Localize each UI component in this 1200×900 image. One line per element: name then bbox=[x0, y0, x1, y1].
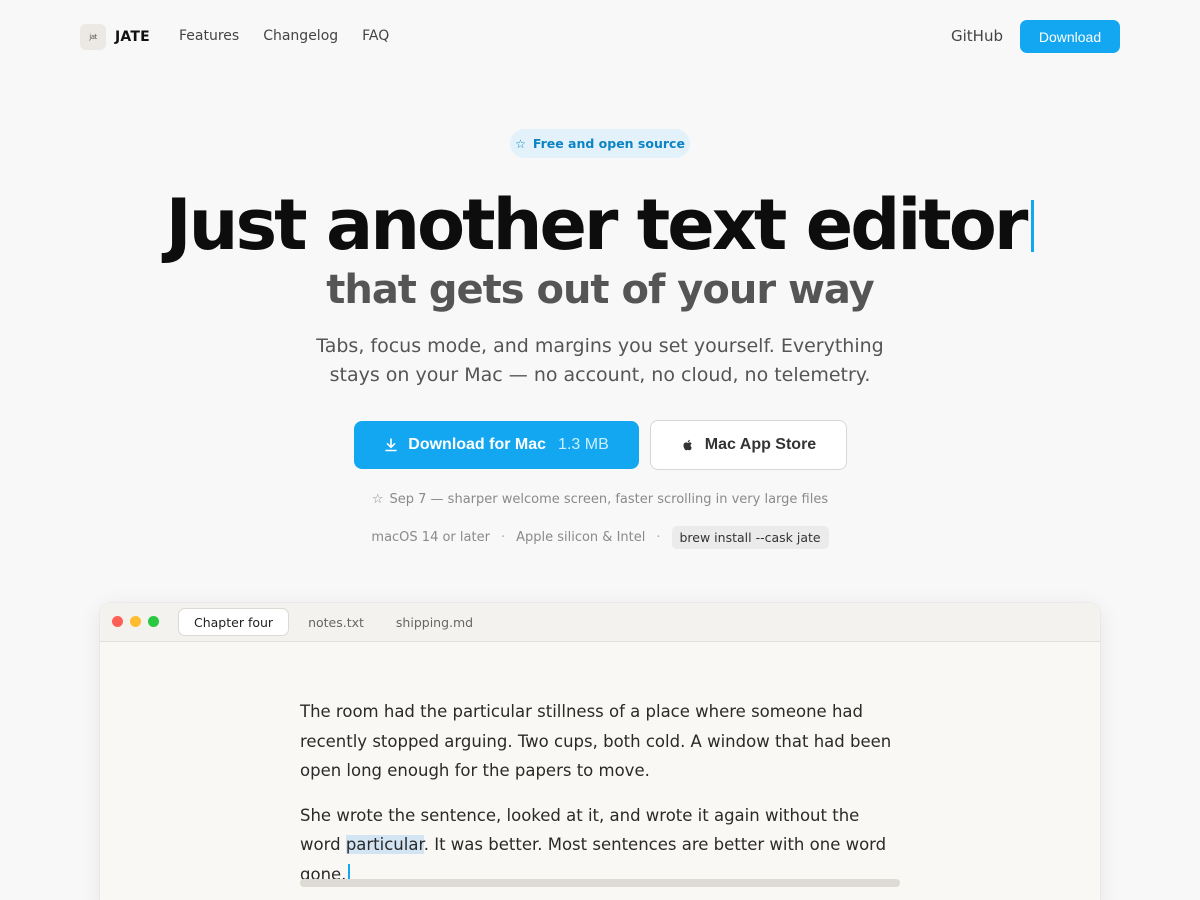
logo-link[interactable]: jat JATE bbox=[80, 24, 150, 50]
close-window-icon[interactable] bbox=[112, 616, 123, 627]
open-source-badge: ☆ Free and open source bbox=[510, 129, 690, 158]
minimize-window-icon[interactable] bbox=[130, 616, 141, 627]
tab-chapter-four[interactable]: Chapter four bbox=[178, 608, 290, 636]
badge-label: Free and open source bbox=[532, 136, 685, 151]
apple-icon bbox=[683, 439, 692, 451]
download-for-mac-button[interactable]: Download for Mac 1.3 MB bbox=[354, 421, 639, 469]
window-titlebar: Chapter four notes.txt shipping.md bbox=[100, 603, 1100, 642]
editor-content[interactable]: The room had the particular stillness of… bbox=[300, 697, 900, 889]
horizontal-scrollbar[interactable] bbox=[300, 879, 900, 887]
release-note: ☆ Sep 7 — sharper welcome screen, faster … bbox=[0, 492, 1200, 507]
hero-description: Tabs, focus mode, and margins you set yo… bbox=[316, 335, 884, 386]
tab-notes-txt[interactable]: notes.txt bbox=[293, 608, 379, 636]
system-requirements: macOS 14 or later · Apple silicon & Inte… bbox=[0, 526, 1200, 549]
separator-dot: · bbox=[656, 530, 661, 545]
text-cursor bbox=[1031, 200, 1035, 252]
nav-github-link[interactable]: GitHub bbox=[951, 27, 1003, 45]
star-outline-icon: ☆ bbox=[515, 136, 526, 151]
tab-shipping-md[interactable]: shipping.md bbox=[381, 608, 488, 636]
hero-subtitle: that gets out of your way bbox=[326, 267, 875, 313]
nav-link-changelog[interactable]: Changelog bbox=[263, 28, 338, 44]
nav-link-faq[interactable]: FAQ bbox=[362, 28, 389, 44]
top-nav: jat JATE Features Changelog FAQ GitHub D… bbox=[0, 0, 1200, 74]
editor-window-preview: Chapter four notes.txt shipping.md The r… bbox=[100, 603, 1100, 900]
editor-tabs: Chapter four notes.txt shipping.md bbox=[178, 608, 488, 636]
brew-install-command[interactable]: brew install --cask jate bbox=[671, 526, 829, 549]
star-outline-icon: ☆ bbox=[371, 492, 384, 507]
release-note-text: Sep 7 — sharper welcome screen, faster s… bbox=[389, 492, 829, 507]
req-architecture: Apple silicon & Intel bbox=[516, 530, 646, 545]
download-for-mac-label: Download for Mac bbox=[408, 436, 547, 453]
download-size: 1.3 MB bbox=[558, 436, 609, 453]
editor-paragraph-1: The room had the particular stillness of… bbox=[300, 702, 892, 780]
highlighted-word: particular bbox=[345, 835, 424, 854]
logo-text: JATE bbox=[115, 29, 150, 45]
mac-app-store-button[interactable]: Mac App Store bbox=[650, 420, 847, 470]
logo-icon: jat bbox=[80, 24, 106, 50]
hero-title-text: Just another text editor bbox=[165, 184, 1029, 266]
nav-download-button[interactable]: Download bbox=[1020, 20, 1120, 53]
nav-links: Features Changelog FAQ bbox=[179, 28, 389, 44]
download-icon bbox=[385, 438, 398, 452]
mac-app-store-label: Mac App Store bbox=[704, 436, 817, 453]
editor-paragraph-2: She wrote the sentence, looked at it, an… bbox=[300, 801, 900, 890]
zoom-window-icon[interactable] bbox=[148, 616, 159, 627]
hero-title: Just another text editor bbox=[0, 180, 1200, 270]
traffic-lights bbox=[112, 616, 159, 627]
separator-dot: · bbox=[500, 530, 506, 545]
nav-link-features[interactable]: Features bbox=[179, 28, 239, 44]
req-macos: macOS 14 or later bbox=[371, 530, 490, 545]
